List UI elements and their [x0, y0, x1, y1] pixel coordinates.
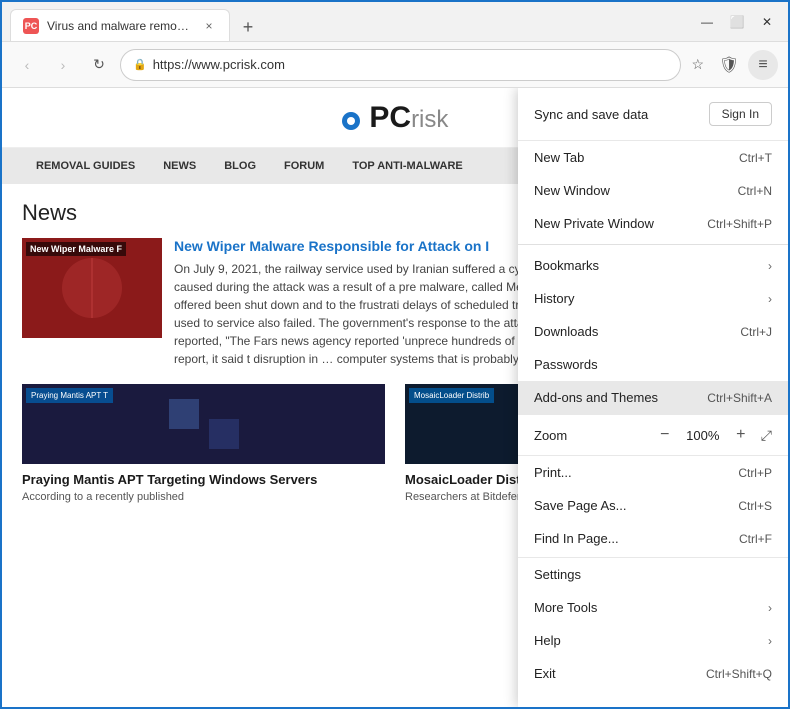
menu-bookmarks-label: Bookmarks: [534, 258, 599, 273]
address-bar: ‹ › ↻ 🔒 https://www.pcrisk.com ☆ 🛡 ≡: [2, 42, 788, 88]
menu-downloads-shortcut: Ctrl+J: [740, 325, 772, 339]
menu-more-tools-label: More Tools: [534, 600, 597, 615]
card-1-text: According to a recently published: [22, 491, 385, 503]
maximize-button[interactable]: ⬜: [724, 9, 750, 35]
menu-exit-shortcut: Ctrl+Shift+Q: [706, 667, 772, 681]
menu-zoom-row: Zoom − 100% + ⤢: [518, 414, 788, 456]
zoom-controls: − 100% + ⤢: [653, 423, 772, 447]
menu-settings[interactable]: Settings: [518, 558, 788, 591]
menu-find-in-page-label: Find In Page...: [534, 531, 619, 546]
close-button[interactable]: ✕: [754, 9, 780, 35]
menu-more-tools[interactable]: More Tools ›: [518, 591, 788, 624]
nav-forum[interactable]: FORUM: [270, 148, 338, 184]
menu-items-section: New Tab Ctrl+T New Window Ctrl+N New Pri…: [518, 141, 788, 414]
url-bar[interactable]: 🔒 https://www.pcrisk.com: [120, 49, 681, 81]
menu-settings-label: Settings: [534, 567, 581, 582]
menu-downloads-label: Downloads: [534, 324, 598, 339]
menu-new-tab[interactable]: New Tab Ctrl+T: [518, 141, 788, 174]
webpage: PCrisk REMOVAL GUIDES NEWS BLOG FORUM TO…: [2, 88, 788, 707]
menu-addons-label: Add-ons and Themes: [534, 390, 658, 405]
menu-passwords[interactable]: Passwords: [518, 348, 788, 381]
menu-passwords-label: Passwords: [534, 357, 598, 372]
menu-new-window[interactable]: New Window Ctrl+N: [518, 174, 788, 207]
menu-print-label: Print...: [534, 465, 572, 480]
menu-save-page[interactable]: Save Page As... Ctrl+S: [518, 489, 788, 522]
menu-history-arrow: ›: [768, 292, 772, 306]
nav-blog[interactable]: BLOG: [210, 148, 270, 184]
menu-save-page-label: Save Page As...: [534, 498, 627, 513]
refresh-button[interactable]: ↻: [84, 50, 114, 80]
menu-new-private-window-shortcut: Ctrl+Shift+P: [707, 217, 772, 231]
menu-sync-section: Sync and save data Sign In: [518, 88, 788, 141]
browser-menu: Sync and save data Sign In New Tab Ctrl+…: [518, 88, 788, 707]
menu-exit-label: Exit: [534, 666, 556, 681]
menu-downloads[interactable]: Downloads Ctrl+J: [518, 315, 788, 348]
menu-bookmarks[interactable]: Bookmarks ›: [518, 249, 788, 282]
menu-bookmarks-arrow: ›: [768, 259, 772, 273]
forward-button[interactable]: ›: [48, 50, 78, 80]
security-icon: 🔒: [133, 58, 147, 71]
tab-title: Virus and malware removal inst…: [47, 19, 193, 33]
sign-in-button[interactable]: Sign In: [709, 102, 772, 126]
toolbar-icons: 🛡 ≡: [714, 50, 778, 80]
menu-save-page-shortcut: Ctrl+S: [738, 499, 772, 513]
menu-history[interactable]: History ›: [518, 282, 788, 315]
menu-divider-1: [518, 244, 788, 245]
minimize-button[interactable]: —: [694, 9, 720, 35]
menu-new-window-shortcut: Ctrl+N: [738, 184, 772, 198]
site-logo: PCrisk: [342, 101, 449, 135]
window-controls: — ⬜ ✕: [694, 9, 780, 35]
nav-news[interactable]: NEWS: [149, 148, 210, 184]
browser-tab[interactable]: PC Virus and malware removal inst… ×: [10, 9, 230, 41]
sync-label: Sync and save data: [534, 107, 648, 122]
menu-print[interactable]: Print... Ctrl+P: [518, 456, 788, 489]
main-news-thumbnail: New Wiper Malware F: [22, 238, 162, 338]
menu-scroll: New Tab Ctrl+T New Window Ctrl+N New Pri…: [518, 141, 788, 707]
title-bar: PC Virus and malware removal inst… × + —…: [2, 2, 788, 42]
logo-risk: risk: [411, 106, 448, 133]
zoom-in-button[interactable]: +: [729, 423, 753, 447]
menu-addons-themes[interactable]: Add-ons and Themes Ctrl+Shift+A: [518, 381, 788, 414]
menu-new-window-label: New Window: [534, 183, 610, 198]
menu-find-in-page-shortcut: Ctrl+F: [739, 532, 772, 546]
browser-window: PC Virus and malware removal inst… × + —…: [0, 0, 790, 709]
new-tab-button[interactable]: +: [234, 13, 262, 41]
menu-history-label: History: [534, 291, 574, 306]
tab-area: PC Virus and malware removal inst… × +: [10, 2, 688, 41]
card-1-thumb-label: Praying Mantis APT T: [26, 388, 113, 403]
tab-favicon: PC: [23, 18, 39, 34]
news-card-1: Praying Mantis APT T Praying Mantis APT …: [22, 384, 385, 503]
zoom-label: Zoom: [534, 428, 567, 443]
logo-pc: PC: [369, 101, 411, 134]
zoom-expand-button[interactable]: ⤢: [761, 427, 772, 444]
menu-new-private-window[interactable]: New Private Window Ctrl+Shift+P: [518, 207, 788, 240]
url-text: https://www.pcrisk.com: [153, 57, 669, 72]
back-button[interactable]: ‹: [12, 50, 42, 80]
menu-new-private-window-label: New Private Window: [534, 216, 654, 231]
shield-button[interactable]: 🛡: [714, 50, 744, 80]
menu-button[interactable]: ≡: [748, 50, 778, 80]
menu-bottom-items: Print... Ctrl+P Save Page As... Ctrl+S F…: [518, 456, 788, 555]
menu-find-in-page[interactable]: Find In Page... Ctrl+F: [518, 522, 788, 555]
menu-exit[interactable]: Exit Ctrl+Shift+Q: [518, 657, 788, 690]
menu-new-tab-shortcut: Ctrl+T: [739, 151, 772, 165]
nav-top-anti-malware[interactable]: TOP ANTI-MALWARE: [338, 148, 476, 184]
card-1-thumbnail: Praying Mantis APT T: [22, 384, 385, 464]
menu-help[interactable]: Help ›: [518, 624, 788, 657]
menu-print-shortcut: Ctrl+P: [738, 466, 772, 480]
zoom-value: 100%: [685, 428, 721, 443]
tab-close-button[interactable]: ×: [201, 18, 217, 34]
menu-more-tools-arrow: ›: [768, 601, 772, 615]
menu-settings-section: Settings More Tools › Help › Exit Ctrl+S…: [518, 557, 788, 690]
menu-help-arrow: ›: [768, 634, 772, 648]
card-1-title[interactable]: Praying Mantis APT Targeting Windows Ser…: [22, 472, 385, 487]
card-2-thumb-label: MosaicLoader Distrib: [409, 388, 494, 403]
menu-new-tab-label: New Tab: [534, 150, 584, 165]
menu-addons-shortcut: Ctrl+Shift+A: [707, 391, 772, 405]
zoom-out-button[interactable]: −: [653, 423, 677, 447]
bookmark-star-button[interactable]: ☆: [687, 52, 708, 77]
menu-help-label: Help: [534, 633, 561, 648]
nav-removal-guides[interactable]: REMOVAL GUIDES: [22, 148, 149, 184]
